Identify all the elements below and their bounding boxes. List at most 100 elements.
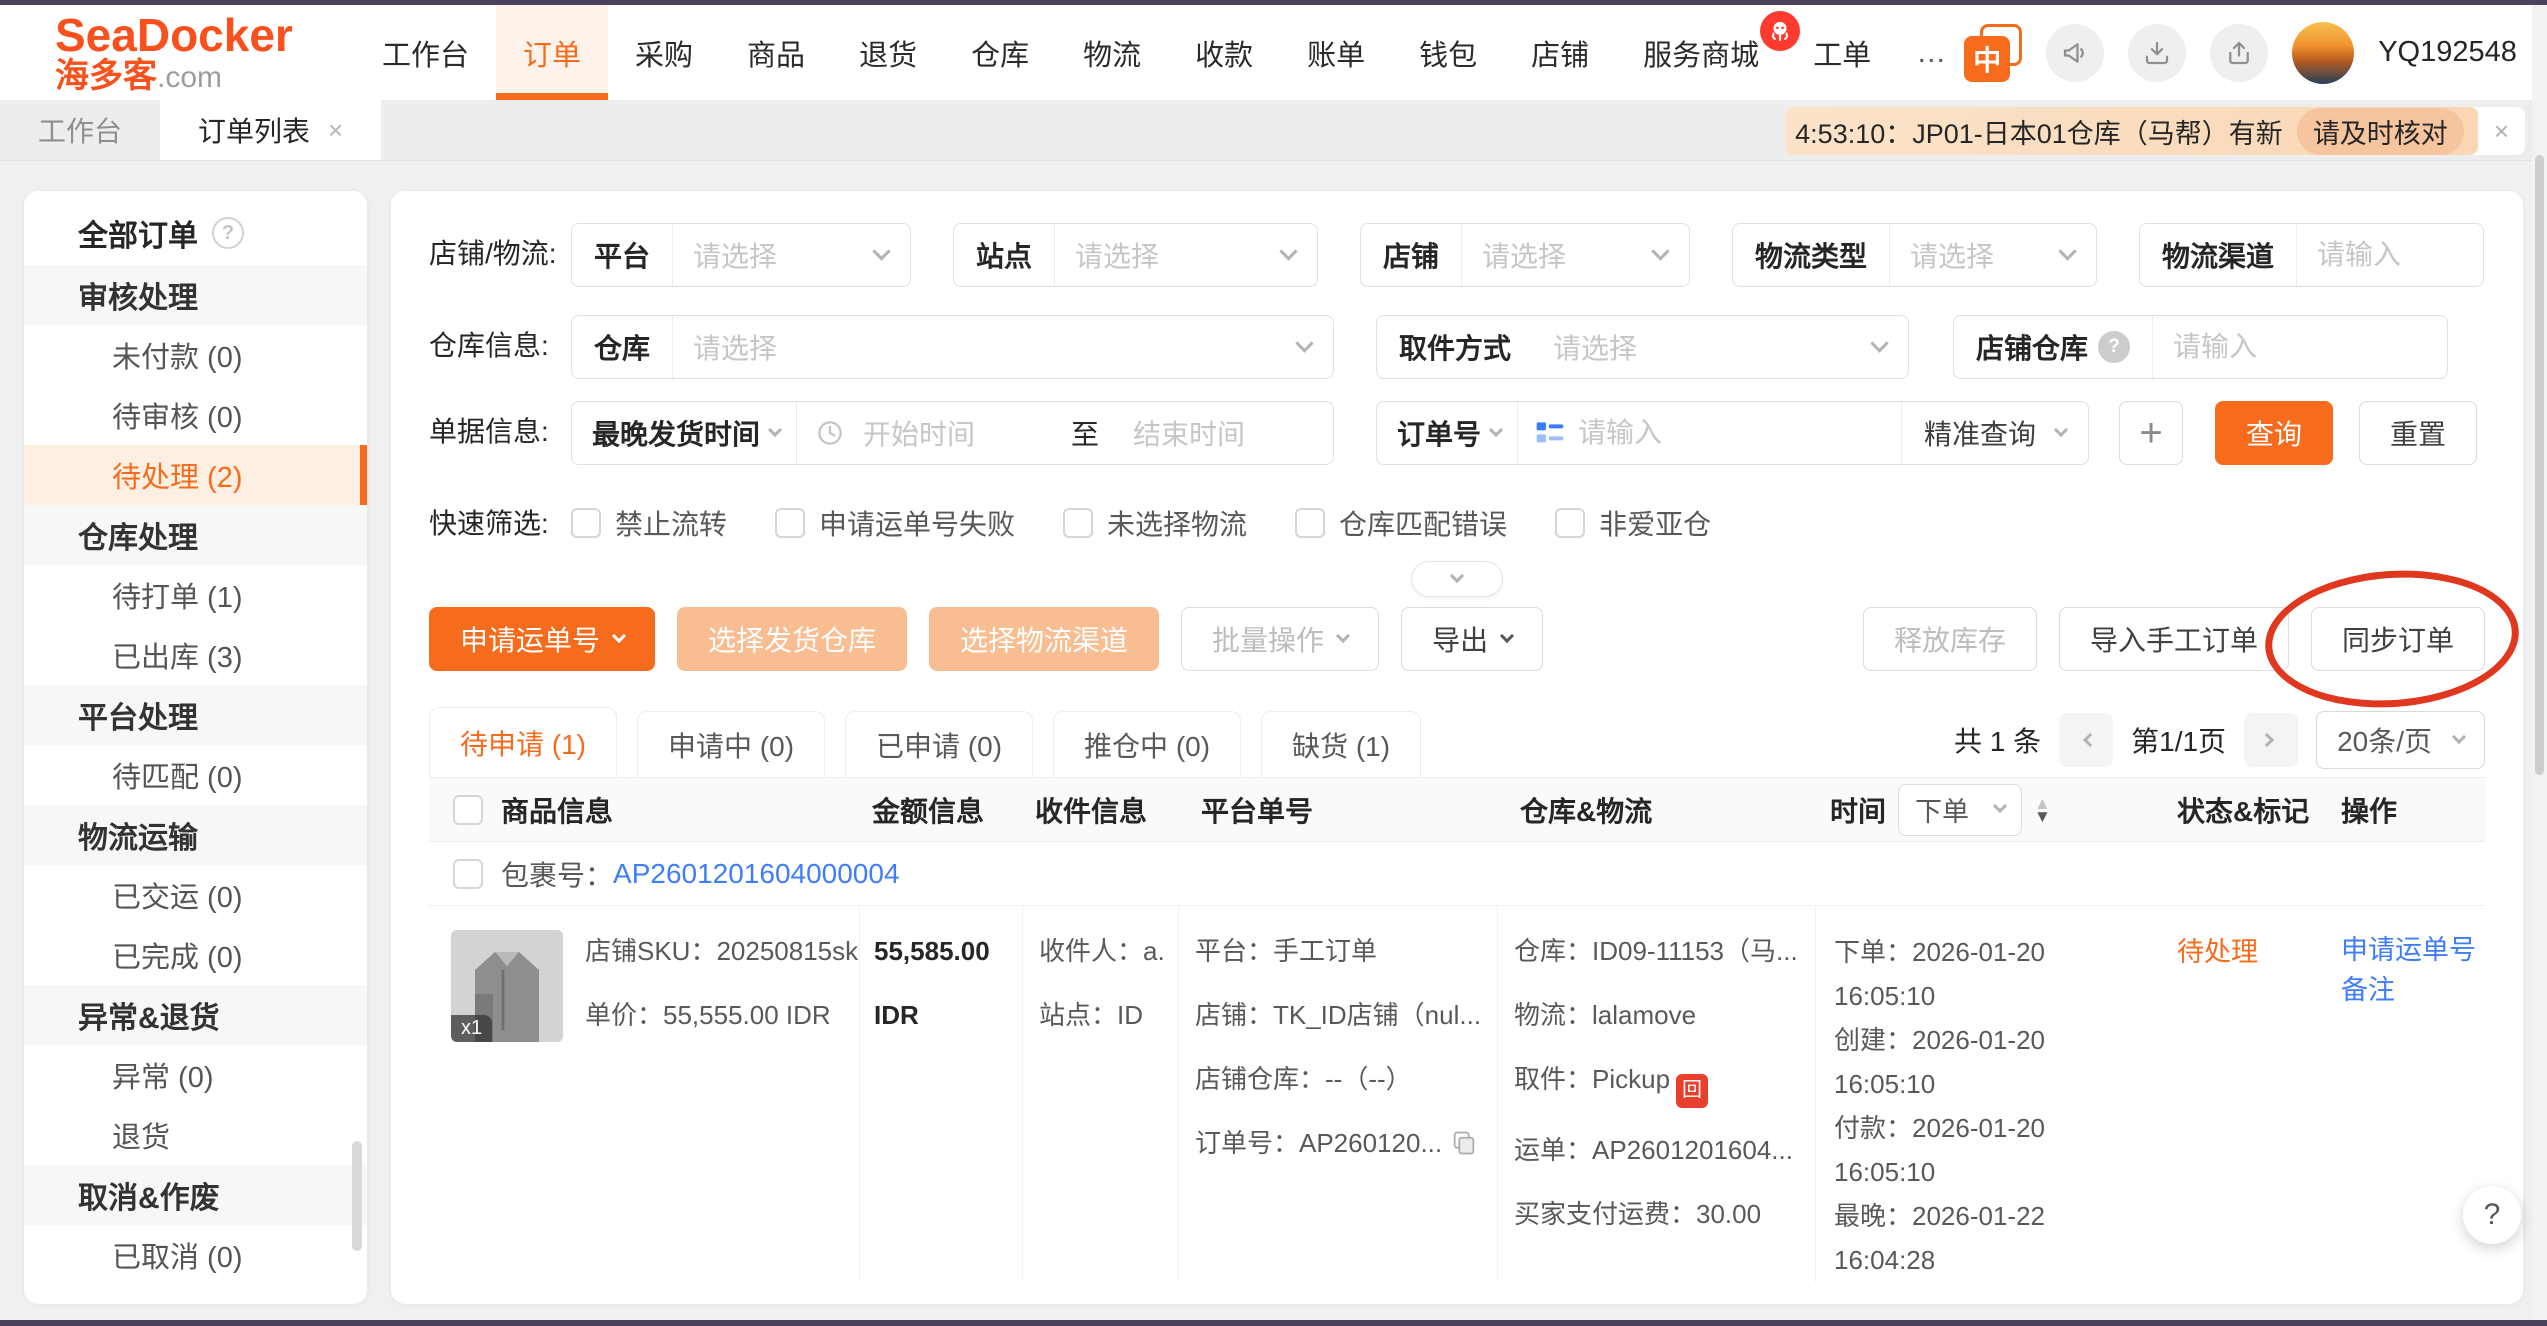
nav-item-service-mall[interactable]: 服务商城 [1616, 5, 1786, 100]
language-switch-icon[interactable]: 中 [1964, 24, 2022, 82]
logistics-channel-input[interactable] [2297, 239, 2483, 271]
sidebar-item-pending[interactable]: 待处理 (2) [24, 445, 367, 505]
checkbox[interactable] [775, 508, 805, 538]
announcement-icon[interactable] [2046, 24, 2104, 82]
nav-item-work-orders[interactable]: 工单 [1786, 5, 1898, 100]
tab-out-of-stock[interactable]: 缺货 (1) [1261, 711, 1421, 777]
platform-select[interactable]: 平台 请选择 [571, 223, 911, 287]
nav-item-bills[interactable]: 账单 [1280, 5, 1392, 100]
sync-orders-button[interactable]: 同步订单 [2311, 607, 2485, 671]
checkbox[interactable] [571, 508, 601, 538]
quick-filter-warehouse-mismatch[interactable]: 仓库匹配错误 [1295, 503, 1507, 543]
time-type-select[interactable]: 最晚发货时间 [572, 413, 770, 453]
batch-operations-button[interactable]: 批量操作 [1181, 607, 1379, 671]
next-page-button[interactable] [2244, 713, 2298, 767]
nav-item-collection[interactable]: 收款 [1168, 5, 1280, 100]
package-checkbox[interactable] [453, 859, 483, 889]
nav-item-returns[interactable]: 退货 [832, 5, 944, 100]
app-logo[interactable]: SeaDocker 海多客.com [55, 11, 355, 95]
precise-query-select[interactable]: 精准查询 [1902, 413, 2048, 453]
checkbox[interactable] [1555, 508, 1585, 538]
logistics-channel-field[interactable]: 物流渠道 [2139, 223, 2484, 287]
sidebar-item-shipped-out[interactable]: 已出库 (3) [24, 625, 367, 685]
end-date-input[interactable]: 结束时间 [1107, 413, 1333, 453]
checkbox[interactable] [1063, 508, 1093, 538]
shop-select[interactable]: 店铺 请选择 [1360, 223, 1690, 287]
nav-more-button[interactable]: … [1898, 36, 1964, 70]
nav-item-workbench[interactable]: 工作台 [355, 5, 496, 100]
filters-collapse-button[interactable] [1411, 561, 1503, 597]
sidebar-item-abnormal[interactable]: 异常 (0) [24, 1045, 367, 1105]
product-image[interactable]: x1 [451, 930, 563, 1042]
tab-pushing[interactable]: 推仓中 (0) [1053, 711, 1241, 777]
order-no-type-select[interactable]: 订单号 [1377, 413, 1491, 453]
multi-value-input-icon[interactable] [1518, 417, 1566, 449]
quick-filter-forbid-flow[interactable]: 禁止流转 [571, 503, 727, 543]
add-filter-button[interactable]: + [2119, 401, 2183, 465]
col-product: 商品信息 [501, 790, 613, 830]
download-icon[interactable] [2128, 24, 2186, 82]
sidebar-item-unpaid[interactable]: 未付款 (0) [24, 325, 367, 385]
nav-item-stores[interactable]: 店铺 [1504, 5, 1616, 100]
select-all-checkbox[interactable] [453, 795, 483, 825]
nav-item-purchase[interactable]: 采购 [608, 5, 720, 100]
copy-icon[interactable] [1450, 1127, 1478, 1170]
time-sort-select[interactable]: 下单 [1898, 784, 2022, 836]
username[interactable]: YQ192548 [2378, 36, 2517, 69]
tab-order-list[interactable]: 订单列表 × [160, 100, 381, 160]
import-manual-order-button[interactable]: 导入手工订单 [2059, 607, 2289, 671]
start-date-input[interactable]: 开始时间 [863, 413, 1063, 453]
sidebar-scrollbar-thumb[interactable] [352, 1141, 362, 1251]
apply-tracking-number-button[interactable]: 申请运单号 [429, 607, 655, 671]
release-stock-button[interactable]: 释放库存 [1863, 607, 2037, 671]
sidebar-item-pending-review[interactable]: 待审核 (0) [24, 385, 367, 445]
pickup-method-select[interactable]: 取件方式 请选择 [1376, 315, 1909, 379]
tab-close-icon[interactable]: × [328, 115, 343, 146]
sidebar-item-all-orders[interactable]: 全部订单 ? [24, 201, 367, 265]
search-button[interactable]: 查询 [2215, 401, 2333, 465]
nav-item-orders[interactable]: 订单 [496, 5, 608, 100]
quick-filter-non-aiya[interactable]: 非爱亚仓 [1555, 503, 1711, 543]
user-avatar[interactable] [2292, 22, 2354, 84]
platform-shop-warehouse: 店铺仓库：--（--） [1195, 1058, 1497, 1101]
logistics-type-select[interactable]: 物流类型 请选择 [1732, 223, 2097, 287]
row-apply-tracking-link[interactable]: 申请运单号 [2341, 930, 2485, 970]
sort-toggle-icon[interactable]: ▲▼ [2034, 797, 2051, 823]
nav-item-products[interactable]: 商品 [720, 5, 832, 100]
notice-close-icon[interactable]: × [2478, 116, 2525, 147]
tab-workbench[interactable]: 工作台 [0, 100, 160, 160]
package-number-link[interactable]: AP2601201604000004 [613, 858, 900, 890]
sidebar-item-cancelled[interactable]: 已取消 (0) [24, 1225, 367, 1285]
shop-warehouse-input[interactable] [2153, 331, 2447, 363]
select-logistics-channel-button[interactable]: 选择物流渠道 [929, 607, 1159, 671]
sidebar-item-delivered[interactable]: 已交运 (0) [24, 865, 367, 925]
select-shipping-warehouse-button[interactable]: 选择发货仓库 [677, 607, 907, 671]
export-button[interactable]: 导出 [1401, 607, 1543, 671]
tab-to-apply[interactable]: 待申请 (1) [429, 707, 617, 777]
shop-warehouse-field[interactable]: 店铺仓库? [1953, 315, 2448, 379]
share-export-icon[interactable] [2210, 24, 2268, 82]
sidebar-item-to-match[interactable]: 待匹配 (0) [24, 745, 367, 805]
order-no-input[interactable] [1566, 417, 1901, 449]
page-size-select[interactable]: 20条/页 [2316, 711, 2485, 769]
window-bottom-edge [0, 1320, 2547, 1326]
page-scrollbar[interactable] [2532, 5, 2547, 1320]
quick-filter-no-logistics[interactable]: 未选择物流 [1063, 503, 1247, 543]
sidebar-item-completed[interactable]: 已完成 (0) [24, 925, 367, 985]
tab-applied[interactable]: 已申请 (0) [845, 711, 1033, 777]
sidebar-item-to-print[interactable]: 待打单 (1) [24, 565, 367, 625]
warehouse-select[interactable]: 仓库 请选择 [571, 315, 1334, 379]
nav-item-wallet[interactable]: 钱包 [1392, 5, 1504, 100]
row-remark-link[interactable]: 备注 [2341, 970, 2485, 1010]
quick-filter-waybill-failed[interactable]: 申请运单号失败 [775, 503, 1015, 543]
checkbox[interactable] [1295, 508, 1325, 538]
nav-item-warehouse[interactable]: 仓库 [944, 5, 1056, 100]
tab-applying[interactable]: 申请中 (0) [637, 711, 825, 777]
page-scrollbar-thumb[interactable] [2535, 155, 2544, 775]
reset-button[interactable]: 重置 [2359, 401, 2477, 465]
help-fab-button[interactable]: ? [2463, 1186, 2521, 1244]
sidebar-item-returns[interactable]: 退货 [24, 1105, 367, 1165]
nav-item-logistics[interactable]: 物流 [1056, 5, 1168, 100]
site-select[interactable]: 站点 请选择 [953, 223, 1318, 287]
prev-page-button[interactable] [2059, 713, 2113, 767]
